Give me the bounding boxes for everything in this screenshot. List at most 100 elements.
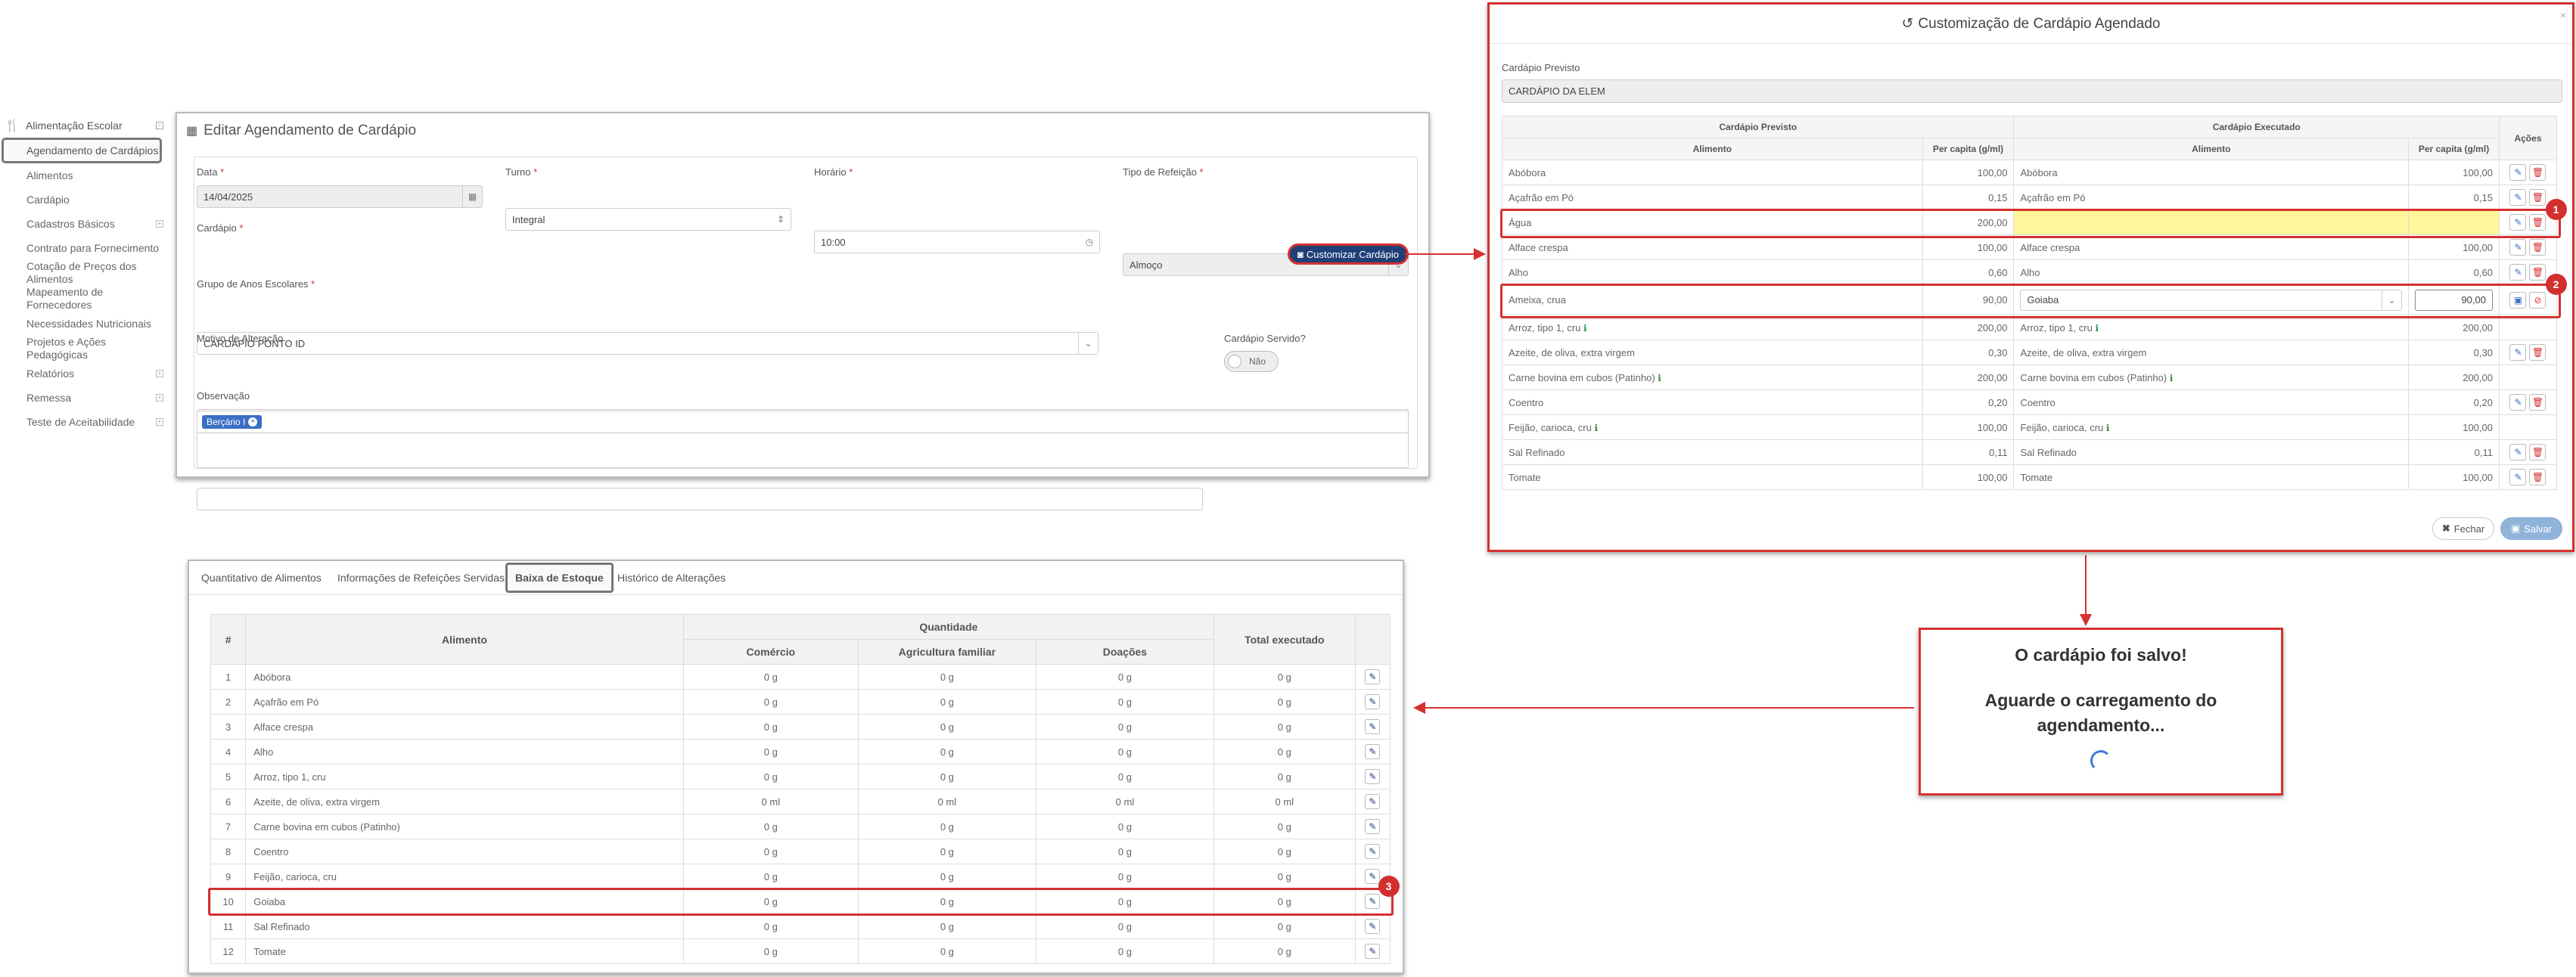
menu-row: Alface crespa 100,00 Alface crespa 100,00 ✎ 🗑: [1502, 234, 2558, 260]
edit-icon[interactable]: ✎: [1365, 819, 1381, 834]
sidebar-item[interactable]: Agendamento de Cardápios: [2, 138, 162, 163]
row-comercio: 0 g: [682, 839, 859, 864]
edit-icon[interactable]: ✎: [1365, 944, 1381, 959]
trash-icon[interactable]: 🗑: [2529, 344, 2546, 361]
row-comercio: 0 g: [682, 739, 859, 765]
tab-3[interactable]: Histórico de Alterações: [610, 563, 733, 593]
actions-cell: ✎ 🗑: [2498, 160, 2558, 185]
sidebar-item[interactable]: Alimentos: [0, 163, 168, 188]
edit-icon[interactable]: ✎: [2509, 164, 2527, 181]
date-input[interactable]: 14/04/2025 ▦: [197, 185, 483, 208]
info-icon: ℹ: [2105, 422, 2110, 433]
expand-icon[interactable]: +: [156, 220, 163, 228]
row-comercio: 0 g: [682, 814, 859, 839]
servido-toggle[interactable]: Não: [1224, 351, 1279, 372]
edit-icon[interactable]: ✎: [2509, 469, 2527, 485]
save-button[interactable]: ▣ Salvar: [2500, 517, 2562, 540]
prev-food-cell: Sal Refinado: [1502, 439, 1923, 465]
motivo-input[interactable]: [197, 488, 1203, 510]
sidebar-item[interactable]: Contrato para Fornecimento: [0, 236, 168, 260]
row-actions: ✎: [1354, 839, 1391, 864]
sidebar-item[interactable]: Necessidades Nutricionais: [0, 312, 168, 336]
sidebar-item[interactable]: Cardápio: [0, 188, 168, 212]
sidebar-item-label: Relatórios: [26, 367, 75, 380]
edit-icon[interactable]: ✎: [1365, 869, 1381, 884]
edit-icon[interactable]: ✎: [2509, 264, 2527, 281]
expand-icon[interactable]: +: [156, 370, 163, 377]
edit-icon[interactable]: ✎: [1365, 669, 1381, 684]
highlight-box: [207, 887, 1394, 916]
sidebar-item[interactable]: Relatórios +: [0, 361, 168, 386]
edit-icon[interactable]: ✎: [2509, 239, 2527, 256]
close-icon[interactable]: ×: [2560, 9, 2566, 21]
turno-select[interactable]: Integral ⇕: [505, 208, 791, 231]
row-num: 4: [210, 739, 247, 765]
exec-food-cell: Abóbora: [2013, 160, 2410, 185]
actions-cell: ✎ 🗑: [2498, 464, 2558, 490]
edit-icon[interactable]: ✎: [1365, 719, 1381, 734]
edit-icon[interactable]: ✎: [1365, 769, 1381, 784]
edit-icon[interactable]: ✎: [1365, 694, 1381, 709]
actions-cell: ✎ 🗑: [2498, 340, 2558, 365]
horario-input[interactable]: 10:00 ◷: [814, 231, 1100, 253]
trash-icon[interactable]: 🗑: [2529, 239, 2546, 256]
edit-icon[interactable]: ✎: [2509, 394, 2527, 411]
sidebar-item[interactable]: Mapeamento de Fornecedores: [0, 286, 168, 312]
row-actions: ✎: [1354, 789, 1391, 814]
sidebar-item[interactable]: Cadastros Básicos +: [0, 212, 168, 236]
exec-percap-text: 0,30: [2473, 346, 2493, 358]
exec-food-cell: Arroz, tipo 1, cru ℹ: [2013, 315, 2410, 340]
edit-icon[interactable]: ✎: [1365, 744, 1381, 759]
collapse-icon[interactable]: −: [156, 122, 163, 129]
tab-1[interactable]: Informações de Refeições Servidas: [330, 563, 512, 593]
edit-icon[interactable]: ✎: [2509, 189, 2527, 206]
tab-2[interactable]: Baixa de Estoque: [505, 563, 614, 593]
row-comercio: 0 g: [682, 689, 859, 715]
trash-icon[interactable]: 🗑: [2529, 164, 2546, 181]
sidebar-item[interactable]: Teste de Aceitabilidade +: [0, 410, 168, 434]
prev-food-cell: Alface crespa: [1502, 234, 1923, 260]
tab-0[interactable]: Quantitativo de Alimentos: [194, 563, 329, 593]
row-food: Abóbora: [245, 664, 684, 690]
exec-food-cell: Feijão, carioca, cru ℹ: [2013, 414, 2410, 440]
trash-icon[interactable]: 🗑: [2529, 189, 2546, 206]
trash-icon[interactable]: 🗑: [2529, 264, 2546, 281]
prev-percap-text: 100,00: [1977, 471, 2008, 483]
prev-percap-cell: 0,20: [1922, 389, 2015, 415]
sidebar-item[interactable]: Remessa +: [0, 386, 168, 410]
stock-panel: Quantitativo de Alimentos Informações de …: [188, 560, 1404, 974]
cardapio-select[interactable]: CARDÁPIO PONTO ID ⌄: [197, 332, 1098, 355]
exec-percap-cell: 0,15: [2408, 185, 2500, 210]
row-total: 0 g: [1213, 913, 1356, 939]
customize-menu-button[interactable]: ◙ Customizar Cardápio: [1288, 243, 1409, 265]
menu-row: Azeite, de oliva, extra virgem 0,30 Azeite…: [1502, 340, 2558, 365]
sidebar-header[interactable]: 🍴 Alimentação Escolar −: [0, 113, 168, 138]
close-button[interactable]: ✖ Fechar: [2432, 517, 2494, 540]
trash-icon[interactable]: 🗑: [2529, 394, 2546, 411]
tipo-label: Tipo de Refeição: [1123, 166, 1197, 178]
exec-food-text: Sal Refinado: [2020, 446, 2077, 458]
trash-icon[interactable]: 🗑: [2529, 444, 2546, 461]
exec-food-text: Açafrão em Pó: [2020, 191, 2086, 203]
expand-icon[interactable]: +: [156, 418, 163, 426]
row-num: 9: [210, 864, 247, 889]
stock-row: 11 Sal Refinado 0 g0 g0 g0 g ✎: [210, 913, 1391, 939]
edit-icon[interactable]: ✎: [2509, 444, 2527, 461]
expand-icon[interactable]: +: [156, 394, 163, 402]
edit-icon[interactable]: ✎: [1365, 844, 1381, 859]
sidebar-item[interactable]: Cotação de Preços dos Alimentos: [0, 260, 168, 286]
prev-percap-text: 100,00: [1977, 241, 2008, 253]
obs-textarea[interactable]: [197, 409, 1409, 468]
trash-icon[interactable]: 🗑: [2529, 469, 2546, 485]
calendar-icon[interactable]: ▦: [462, 186, 482, 207]
edit-icon[interactable]: ✎: [1365, 919, 1381, 934]
stock-row: 2 Açafrão em Pó 0 g0 g0 g0 g ✎: [210, 689, 1391, 715]
row-agricultura: 0 g: [857, 739, 1036, 765]
edit-icon[interactable]: ✎: [1365, 794, 1381, 809]
exec-food-text: Tomate: [2020, 471, 2053, 483]
turno-label: Turno: [505, 166, 531, 178]
sidebar-item[interactable]: Projetos e Ações Pedagógicas: [0, 336, 168, 361]
row-actions: ✎: [1354, 689, 1391, 715]
row-agricultura: 0 g: [857, 764, 1036, 789]
edit-icon[interactable]: ✎: [2509, 344, 2527, 361]
